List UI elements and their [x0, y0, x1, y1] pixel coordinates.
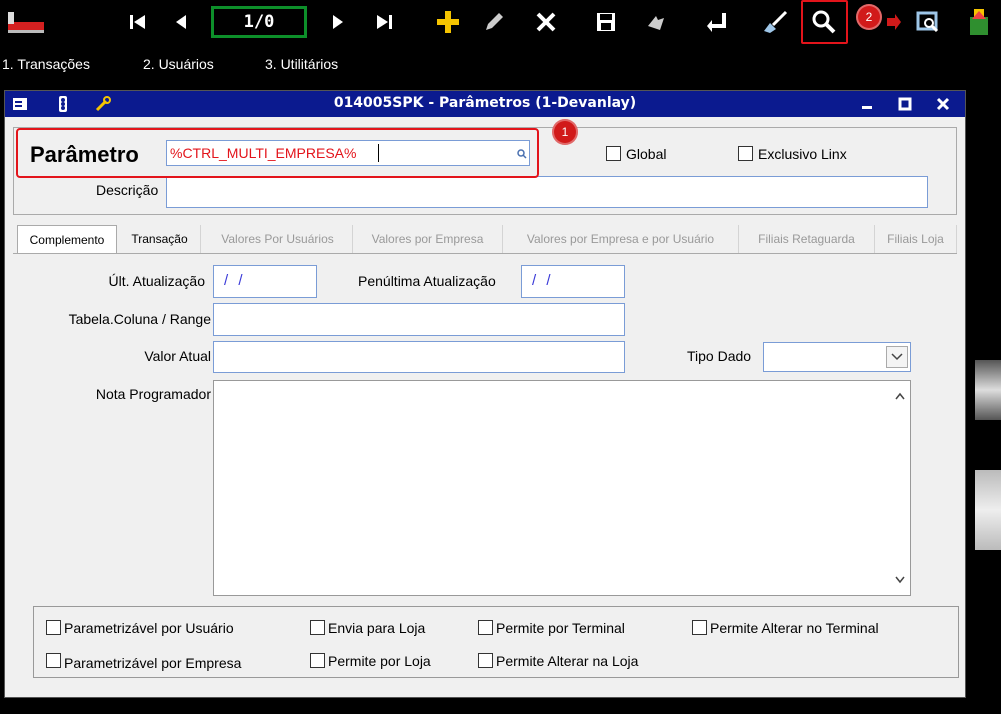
exclusivo-linx-label: Exclusivo Linx	[758, 146, 847, 162]
scroll-up-icon[interactable]	[895, 387, 905, 405]
preview-icon[interactable]	[912, 6, 944, 38]
penultima-atualizacao-value: / /	[532, 272, 554, 289]
parametrizavel-usuario-label: Parametrizável por Usuário	[64, 620, 234, 636]
parametros-window: 014005SPK - Parâmetros (1-Devanlay) Parâ…	[4, 90, 966, 698]
permite-alterar-terminal-label: Permite Alterar no Terminal	[710, 620, 879, 636]
tabela-coluna-input[interactable]	[213, 303, 625, 336]
permite-por-terminal-label: Permite por Terminal	[496, 620, 625, 636]
permite-alterar-loja-label: Permite Alterar na Loja	[496, 653, 639, 669]
parametrizavel-empresa-checkbox[interactable]	[46, 653, 61, 668]
delete-icon[interactable]	[530, 6, 562, 38]
ult-atualizacao-value: / /	[224, 272, 246, 289]
main-toolbar: 1/0 2	[0, 0, 1001, 46]
previous-record-icon[interactable]	[165, 6, 197, 38]
global-label: Global	[626, 146, 667, 162]
confirm-icon[interactable]	[700, 6, 732, 38]
tabela-coluna-label: Tabela.Coluna / Range	[68, 311, 211, 327]
envia-para-loja-checkbox[interactable]	[310, 620, 325, 635]
save-icon[interactable]	[590, 6, 622, 38]
search-highlight-box	[801, 0, 848, 44]
chevron-down-icon[interactable]	[886, 346, 908, 368]
tab-strip: Complemento Transação Valores Por Usuári…	[13, 225, 957, 253]
clean-icon[interactable]	[760, 6, 792, 38]
ult-atualizacao-label: Últ. Atualização	[108, 273, 206, 289]
record-counter: 1/0	[211, 6, 307, 38]
window-title: 014005SPK - Parâmetros (1-Devanlay)	[333, 95, 637, 111]
textarea-scrollbar[interactable]	[890, 381, 910, 595]
tab-filiais-retaguarda[interactable]: Filiais Retaguarda	[739, 225, 875, 253]
penultima-atualizacao-field[interactable]: / /	[521, 265, 625, 298]
minimize-icon[interactable]	[857, 94, 877, 114]
parametrizavel-usuario-checkbox[interactable]	[46, 620, 61, 635]
menu-transacoes[interactable]: 1. Transações	[2, 56, 90, 72]
last-record-icon[interactable]	[368, 6, 400, 38]
tab-valores-por-empresa[interactable]: Valores por Empresa	[353, 225, 503, 253]
permite-por-loja-label: Permite por Loja	[328, 653, 431, 669]
descricao-input[interactable]	[166, 176, 928, 208]
menu-usuarios[interactable]: 2. Usuários	[143, 56, 214, 72]
tab-valores-por-empresa-usuario[interactable]: Valores por Empresa e por Usuário	[503, 225, 739, 253]
permite-por-loja-checkbox[interactable]	[310, 653, 325, 668]
export-icon[interactable]	[962, 6, 994, 38]
background-window-edge	[975, 470, 1001, 550]
step-badge-1: 1	[552, 119, 578, 145]
valor-atual-label: Valor Atual	[144, 348, 211, 364]
scroll-down-icon[interactable]	[895, 571, 905, 589]
permite-alterar-loja-checkbox[interactable]	[478, 653, 493, 668]
nota-programador-label: Nota Programador	[95, 386, 211, 402]
parametrizavel-empresa-label: Parametrizável por Empresa	[64, 655, 242, 671]
options-panel: Parametrizável por Usuário Envia para Lo…	[33, 606, 959, 678]
permite-alterar-terminal-checkbox[interactable]	[692, 620, 707, 635]
tab-complemento[interactable]: Complemento	[17, 225, 117, 253]
penultima-atualizacao-label: Penúltima Atualização	[358, 273, 496, 289]
nota-programador-textarea[interactable]	[213, 380, 911, 596]
tab-transacao[interactable]: Transação	[119, 225, 201, 253]
tab-valores-por-usuarios[interactable]: Valores Por Usuários	[203, 225, 353, 253]
menu-utilitarios[interactable]: 3. Utilitários	[265, 56, 338, 72]
background-window-edge	[975, 360, 1001, 420]
descricao-label: Descrição	[96, 182, 159, 198]
parametro-highlight-box	[16, 128, 539, 178]
tab-filiais-loja[interactable]: Filiais Loja	[875, 225, 957, 253]
permite-por-terminal-checkbox[interactable]	[478, 620, 493, 635]
view-icon[interactable]	[878, 6, 910, 38]
ult-atualizacao-field[interactable]: / /	[213, 265, 317, 298]
global-checkbox[interactable]	[606, 146, 621, 161]
close-icon[interactable]	[933, 94, 953, 114]
maximize-icon[interactable]	[895, 94, 915, 114]
window-titlebar: 014005SPK - Parâmetros (1-Devanlay)	[5, 91, 965, 117]
first-record-icon[interactable]	[122, 6, 154, 38]
valor-atual-input[interactable]	[213, 341, 625, 373]
next-record-icon[interactable]	[322, 6, 354, 38]
envia-para-loja-label: Envia para Loja	[328, 620, 426, 636]
menu-bar: 1. Transações 2. Usuários 3. Utilitários	[0, 51, 1001, 77]
app-logo-icon	[4, 6, 48, 38]
exclusivo-linx-checkbox[interactable]	[738, 146, 753, 161]
complemento-panel: Últ. Atualização / / Penúltima Atualizaç…	[13, 253, 959, 693]
add-icon[interactable]	[432, 6, 464, 38]
edit-icon[interactable]	[478, 6, 510, 38]
tipo-dado-label: Tipo Dado	[687, 348, 752, 364]
refresh-icon[interactable]	[640, 6, 672, 38]
tipo-dado-select[interactable]	[763, 342, 911, 372]
